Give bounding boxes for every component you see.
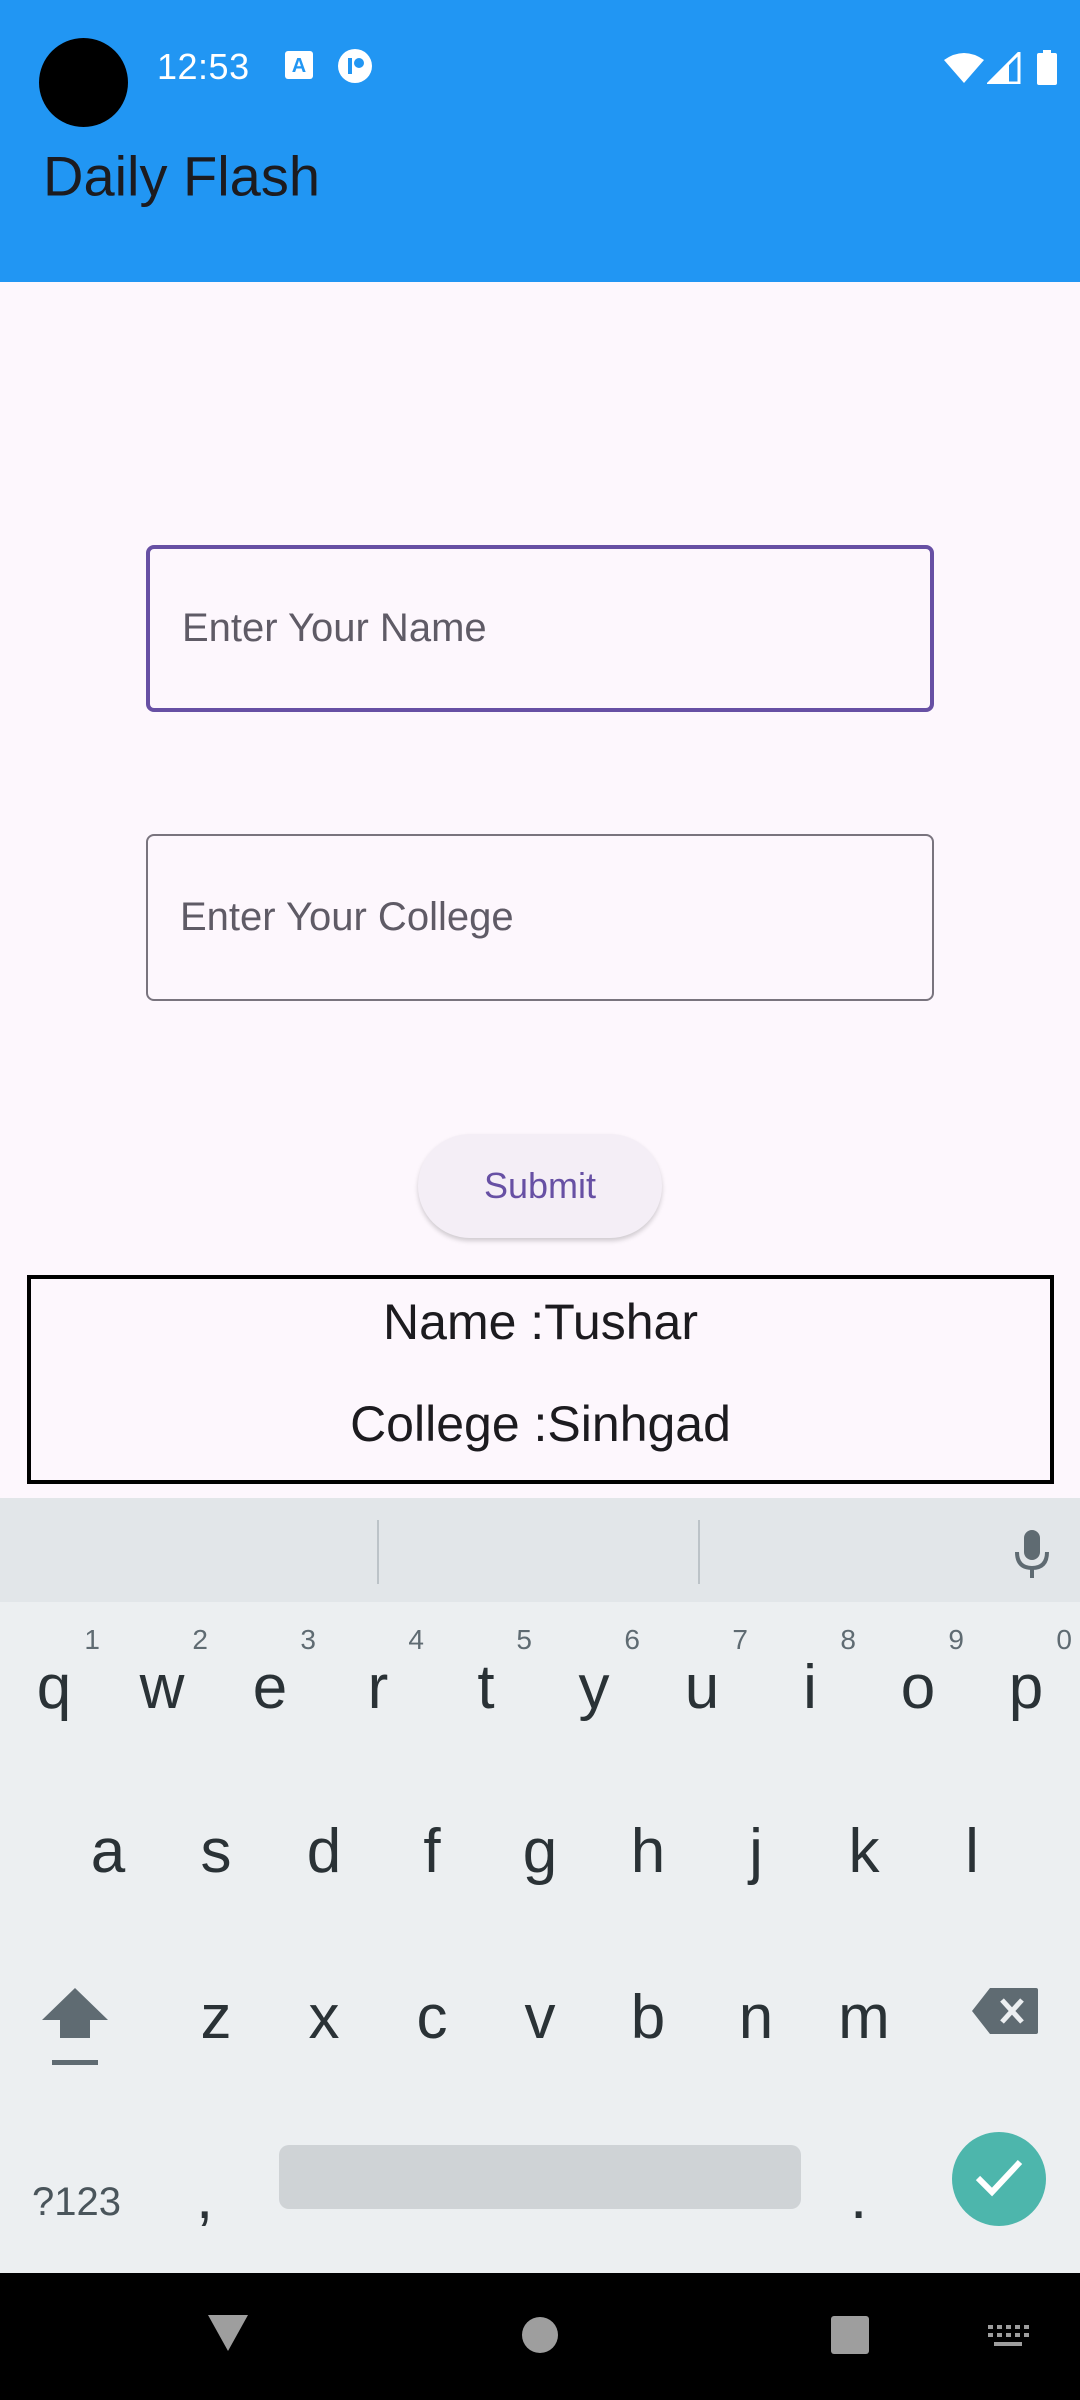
key-g[interactable]: g — [486, 1782, 594, 1912]
result-box: Name :Tushar College :Sinhgad — [27, 1275, 1054, 1484]
key-u[interactable]: 7u — [648, 1618, 756, 1748]
result-college-label: College : — [350, 1396, 548, 1452]
key-x[interactable]: x — [270, 1948, 378, 2078]
result-name-value: Tushar — [544, 1294, 698, 1350]
key-e[interactable]: 3e — [216, 1618, 324, 1748]
battery-icon — [1037, 50, 1057, 85]
recents-icon[interactable] — [830, 2315, 870, 2355]
wifi-icon — [944, 53, 984, 83]
enter-button[interactable] — [952, 2132, 1046, 2226]
result-name-label: Name : — [383, 1294, 545, 1350]
symbols-key[interactable]: ?123 — [32, 2180, 121, 2225]
comma-key[interactable]: , — [196, 2162, 213, 2233]
key-p[interactable]: 0p — [972, 1618, 1080, 1748]
key-r[interactable]: 4r — [324, 1618, 432, 1748]
key-m[interactable]: m — [810, 1948, 918, 2078]
name-field[interactable] — [146, 545, 934, 712]
key-i[interactable]: 8i — [756, 1618, 864, 1748]
key-q[interactable]: 1q — [0, 1618, 108, 1748]
notification-icon — [338, 49, 372, 83]
key-j[interactable]: j — [702, 1782, 810, 1912]
key-s[interactable]: s — [162, 1782, 270, 1912]
result-name-line: Name :Tushar — [31, 1293, 1050, 1351]
key-v[interactable]: v — [486, 1948, 594, 2078]
key-z[interactable]: z — [162, 1948, 270, 2078]
period-key[interactable]: . — [850, 2162, 867, 2233]
college-field[interactable] — [146, 834, 934, 1001]
status-time: 12:53 — [157, 46, 250, 87]
key-y[interactable]: 6y — [540, 1618, 648, 1748]
key-d[interactable]: d — [270, 1782, 378, 1912]
key-b[interactable]: b — [594, 1948, 702, 2078]
key-n[interactable]: n — [702, 1948, 810, 2078]
key-l[interactable]: l — [918, 1782, 1026, 1912]
key-h[interactable]: h — [594, 1782, 702, 1912]
key-f[interactable]: f — [378, 1782, 486, 1912]
page-title: Daily Flash — [43, 144, 320, 208]
suggestion-divider — [698, 1520, 700, 1584]
key-w[interactable]: 2w — [108, 1618, 216, 1748]
camera-cutout — [39, 38, 128, 127]
navigation-bar — [0, 2273, 1080, 2400]
result-college-value: Sinhgad — [547, 1396, 731, 1452]
keyboard-switch-icon[interactable] — [986, 2323, 1030, 2349]
shift-icon[interactable] — [40, 1986, 110, 2070]
check-icon — [975, 2159, 1023, 2197]
name-input[interactable] — [150, 549, 930, 708]
text-a-icon: A — [285, 51, 313, 79]
svg-text:A: A — [292, 55, 306, 77]
key-c[interactable]: c — [378, 1948, 486, 2078]
college-input[interactable] — [148, 836, 932, 999]
suggestion-divider — [377, 1520, 379, 1584]
suggestion-strip — [0, 1498, 1080, 1602]
signal-icon — [987, 52, 1021, 84]
backspace-icon[interactable] — [970, 1986, 1040, 2036]
space-bar[interactable] — [279, 2145, 801, 2209]
result-college-line: College :Sinhgad — [31, 1395, 1050, 1453]
app-bar: 12:53 A Daily Flash — [0, 0, 1080, 282]
back-icon[interactable] — [206, 2313, 250, 2353]
submit-button[interactable]: Submit — [418, 1134, 662, 1238]
home-icon[interactable] — [520, 2315, 560, 2355]
key-k[interactable]: k — [810, 1782, 918, 1912]
soft-keyboard: 1q 2w 3e 4r 5t 6y 7u 8i 9o 0p a s d f g … — [0, 1498, 1080, 2273]
key-t[interactable]: 5t — [432, 1618, 540, 1748]
key-o[interactable]: 9o — [864, 1618, 972, 1748]
key-a[interactable]: a — [54, 1782, 162, 1912]
microphone-icon[interactable] — [1012, 1528, 1052, 1580]
